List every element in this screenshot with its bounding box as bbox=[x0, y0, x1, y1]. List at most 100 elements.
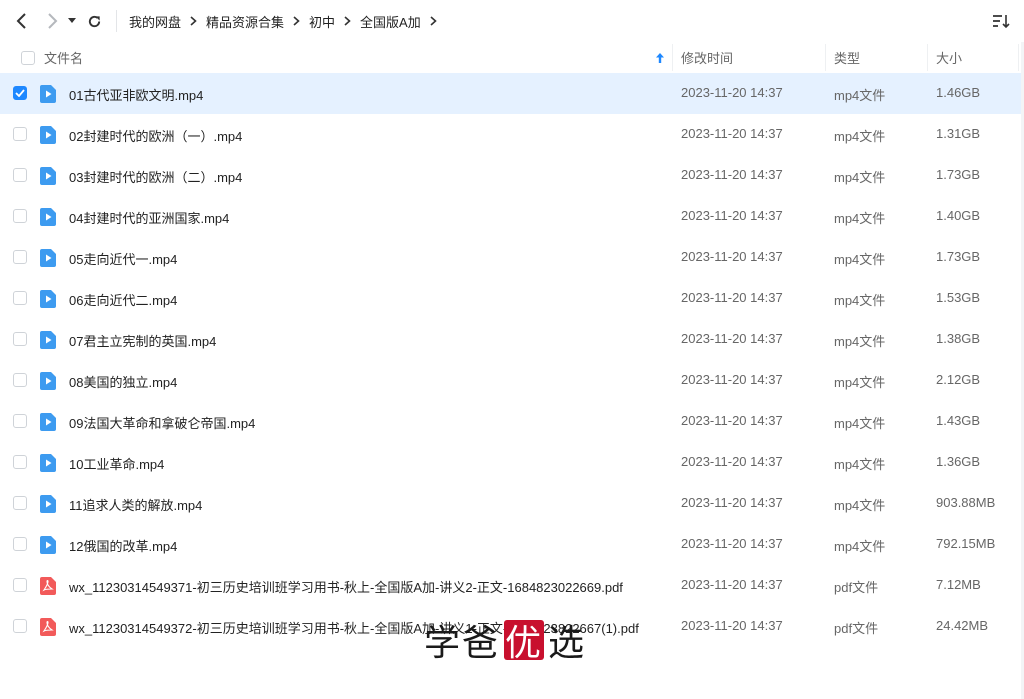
file-modified-date: 2023-11-20 14:37 bbox=[681, 618, 783, 633]
row-checkbox[interactable] bbox=[13, 414, 27, 428]
video-file-icon bbox=[40, 208, 56, 226]
file-type: pdf文件 bbox=[834, 580, 879, 595]
file-row[interactable]: 04封建时代的亚洲国家.mp4 2023-11-20 14:37 mp4文件 1.40… bbox=[0, 196, 1022, 237]
file-modified-date: 2023-11-20 14:37 bbox=[681, 372, 783, 387]
file-modified-date: 2023-11-20 14:37 bbox=[681, 208, 783, 223]
watermark-highlight: 优 bbox=[504, 620, 545, 664]
file-name: 01古代亚非欧文明.mp4 bbox=[69, 88, 204, 103]
column-type-label: 类型 bbox=[834, 51, 861, 66]
row-checkbox[interactable] bbox=[13, 168, 27, 182]
column-divider[interactable] bbox=[927, 44, 928, 71]
column-divider[interactable] bbox=[1018, 44, 1019, 71]
file-name: 05走向近代一.mp4 bbox=[69, 252, 178, 267]
column-size-header[interactable]: 大小 bbox=[936, 42, 962, 73]
file-name: 02封建时代的欧洲（一）.mp4 bbox=[69, 129, 243, 144]
row-checkbox[interactable] bbox=[13, 373, 27, 387]
breadcrumb-item[interactable]: 全国版A加 bbox=[360, 12, 421, 31]
file-type: mp4文件 bbox=[834, 293, 886, 308]
file-row[interactable]: 11追求人类的解放.mp4 2023-11-20 14:37 mp4文件 903.88… bbox=[0, 483, 1022, 524]
row-checkbox[interactable] bbox=[13, 127, 27, 141]
toolbar: 我的网盘 精品资源合集 初中 全国版A加 bbox=[0, 0, 1024, 42]
file-type: mp4文件 bbox=[834, 211, 886, 226]
file-type: mp4文件 bbox=[834, 375, 886, 390]
file-type: mp4文件 bbox=[834, 334, 886, 349]
file-name: 12俄国的改革.mp4 bbox=[69, 539, 178, 554]
file-size: 1.43GB bbox=[936, 413, 981, 428]
file-type: mp4文件 bbox=[834, 129, 886, 144]
file-row[interactable]: 01古代亚非欧文明.mp4 2023-11-20 14:37 mp4文件 1.46GB bbox=[0, 73, 1022, 114]
file-name: 09法国大革命和拿破仑帝国.mp4 bbox=[69, 416, 256, 431]
file-row[interactable]: 06走向近代二.mp4 2023-11-20 14:37 mp4文件 1.53GB bbox=[0, 278, 1022, 319]
file-row[interactable]: 10工业革命.mp4 2023-11-20 14:37 mp4文件 1.36GB bbox=[0, 442, 1022, 483]
row-checkbox[interactable] bbox=[13, 455, 27, 469]
file-size: 1.40GB bbox=[936, 208, 981, 223]
column-divider[interactable] bbox=[672, 44, 673, 71]
file-size: 1.73GB bbox=[936, 167, 981, 182]
column-modified-header[interactable]: 修改时间 bbox=[681, 42, 733, 73]
file-row[interactable]: 07君主立宪制的英国.mp4 2023-11-20 14:37 mp4文件 1.38G… bbox=[0, 319, 1022, 360]
breadcrumb-item[interactable]: 精品资源合集 bbox=[206, 12, 284, 31]
breadcrumb: 我的网盘 精品资源合集 初中 全国版A加 bbox=[129, 12, 446, 31]
file-name: 07君主立宪制的英国.mp4 bbox=[69, 334, 217, 349]
file-type: mp4文件 bbox=[834, 498, 886, 513]
checkbox-box bbox=[13, 250, 27, 264]
video-file-icon bbox=[40, 372, 56, 390]
file-row[interactable]: 09法国大革命和拿破仑帝国.mp4 2023-11-20 14:37 mp4文件 1.… bbox=[0, 401, 1022, 442]
history-dropdown-button[interactable] bbox=[64, 7, 80, 35]
file-modified-date: 2023-11-20 14:37 bbox=[681, 536, 783, 551]
checkmark-icon bbox=[13, 86, 27, 100]
breadcrumb-item[interactable]: 我的网盘 bbox=[129, 12, 181, 31]
file-type: mp4文件 bbox=[834, 170, 886, 185]
file-size: 1.46GB bbox=[936, 85, 981, 100]
file-row[interactable]: 03封建时代的欧洲（二）.mp4 2023-11-20 14:37 mp4文件 1.7… bbox=[0, 155, 1022, 196]
pdf-file-icon bbox=[40, 577, 56, 595]
chevron-right-icon[interactable] bbox=[430, 16, 437, 26]
row-checkbox[interactable] bbox=[13, 250, 27, 264]
file-row[interactable]: 02封建时代的欧洲（一）.mp4 2023-11-20 14:37 mp4文件 1.3… bbox=[0, 114, 1022, 155]
checkbox-box bbox=[13, 373, 27, 387]
file-size: 792.15MB bbox=[936, 536, 996, 551]
column-type-header[interactable]: 类型 bbox=[834, 42, 860, 73]
chevron-right-icon bbox=[48, 13, 58, 29]
checkbox-box bbox=[13, 209, 27, 223]
refresh-button[interactable] bbox=[80, 7, 108, 35]
column-name-header[interactable]: 文件名 bbox=[44, 42, 83, 73]
file-modified-date: 2023-11-20 14:37 bbox=[681, 126, 783, 141]
checkbox-box bbox=[13, 537, 27, 551]
file-name: 06走向近代二.mp4 bbox=[69, 293, 178, 308]
chevron-right-icon bbox=[344, 16, 351, 26]
file-type: mp4文件 bbox=[834, 416, 886, 431]
file-row[interactable]: wx_11230314549371-初三历史培训班学习用书-秋上-全国版A加-讲… bbox=[0, 565, 1022, 606]
forward-button[interactable] bbox=[38, 7, 66, 35]
file-name: wx_11230314549371-初三历史培训班学习用书-秋上-全国版A加-讲… bbox=[69, 580, 623, 595]
checkbox-box bbox=[21, 50, 35, 65]
row-checkbox[interactable] bbox=[13, 209, 27, 223]
file-row[interactable]: 05走向近代一.mp4 2023-11-20 14:37 mp4文件 1.73GB bbox=[0, 237, 1022, 278]
caret-down-icon bbox=[68, 18, 76, 23]
column-divider[interactable] bbox=[825, 44, 826, 71]
file-row[interactable]: 12俄国的改革.mp4 2023-11-20 14:37 mp4文件 792.15MB bbox=[0, 524, 1022, 565]
checkbox-box bbox=[13, 291, 27, 305]
checkbox-box bbox=[13, 127, 27, 141]
watermark-text: 选 bbox=[548, 623, 587, 664]
row-checkbox[interactable] bbox=[13, 291, 27, 305]
file-size: 7.12MB bbox=[936, 577, 981, 592]
file-type: mp4文件 bbox=[834, 457, 886, 472]
sort-arrow-up-icon[interactable] bbox=[656, 42, 664, 73]
back-button[interactable] bbox=[8, 7, 36, 35]
file-modified-date: 2023-11-20 14:37 bbox=[681, 454, 783, 469]
file-modified-date: 2023-11-20 14:37 bbox=[681, 495, 783, 510]
row-checkbox[interactable] bbox=[13, 332, 27, 346]
select-all-checkbox[interactable] bbox=[21, 42, 35, 73]
checkbox-box bbox=[13, 619, 27, 633]
row-checkbox[interactable] bbox=[13, 619, 27, 633]
sort-button[interactable] bbox=[990, 10, 1012, 32]
breadcrumb-item[interactable]: 初中 bbox=[309, 12, 335, 31]
row-checkbox[interactable] bbox=[13, 496, 27, 510]
refresh-icon bbox=[88, 15, 100, 27]
file-row[interactable]: 08美国的独立.mp4 2023-11-20 14:37 mp4文件 2.12GB bbox=[0, 360, 1022, 401]
row-checkbox[interactable] bbox=[13, 537, 27, 551]
checkbox-box bbox=[13, 168, 27, 182]
row-checkbox[interactable] bbox=[13, 86, 27, 100]
row-checkbox[interactable] bbox=[13, 578, 27, 592]
